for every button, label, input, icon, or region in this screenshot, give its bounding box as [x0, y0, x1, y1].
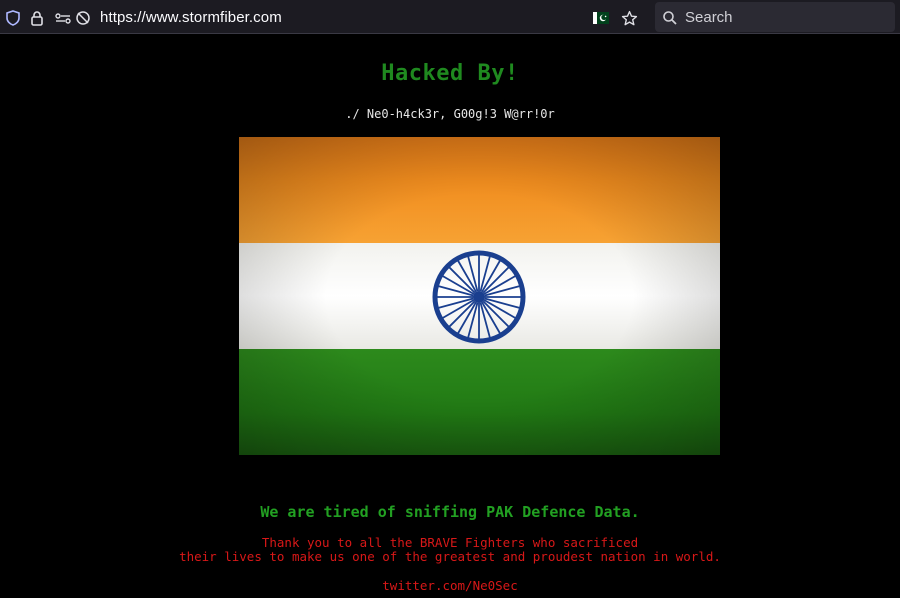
url-bar[interactable]: https://www.stormfiber.com [0, 2, 645, 32]
page-heading: Hacked By! [381, 61, 519, 86]
search-placeholder: Search [685, 9, 733, 26]
chakra-spoke [482, 300, 510, 328]
author-line: ./ Ne0-h4ck3r, G00g!3 W@rr!0r [345, 107, 555, 121]
tracking-protection-off-icon[interactable] [74, 9, 92, 27]
thanks-line-2: their lives to make us one of the greate… [179, 549, 721, 564]
bookmark-star-icon[interactable] [620, 9, 638, 27]
search-icon [661, 9, 679, 27]
ashoka-chakra-icon [432, 250, 526, 344]
india-flag-image [239, 137, 720, 455]
url-text[interactable]: https://www.stormfiber.com [100, 9, 282, 26]
search-box[interactable]: Search [655, 2, 895, 32]
message-text: We are tired of sniffing PAK Defence Dat… [260, 503, 640, 521]
lock-icon[interactable] [28, 9, 46, 27]
thanks-line-1: Thank you to all the BRAVE Fighters who … [261, 535, 639, 550]
pakistan-flag-icon[interactable] [592, 9, 610, 27]
chakra-spoke [448, 266, 476, 294]
contact-link[interactable]: twitter.com/Ne0Sec [0, 578, 900, 593]
permissions-icon[interactable] [54, 9, 72, 27]
chakra-spoke [482, 266, 510, 294]
chakra-spoke [448, 300, 476, 328]
page-content: Hacked By! ./ Ne0-h4ck3r, G00g!3 W@rr!0r… [0, 35, 900, 598]
browser-toolbar: https://www.stormfiber.com Search [0, 0, 900, 34]
shield-icon[interactable] [4, 9, 22, 27]
